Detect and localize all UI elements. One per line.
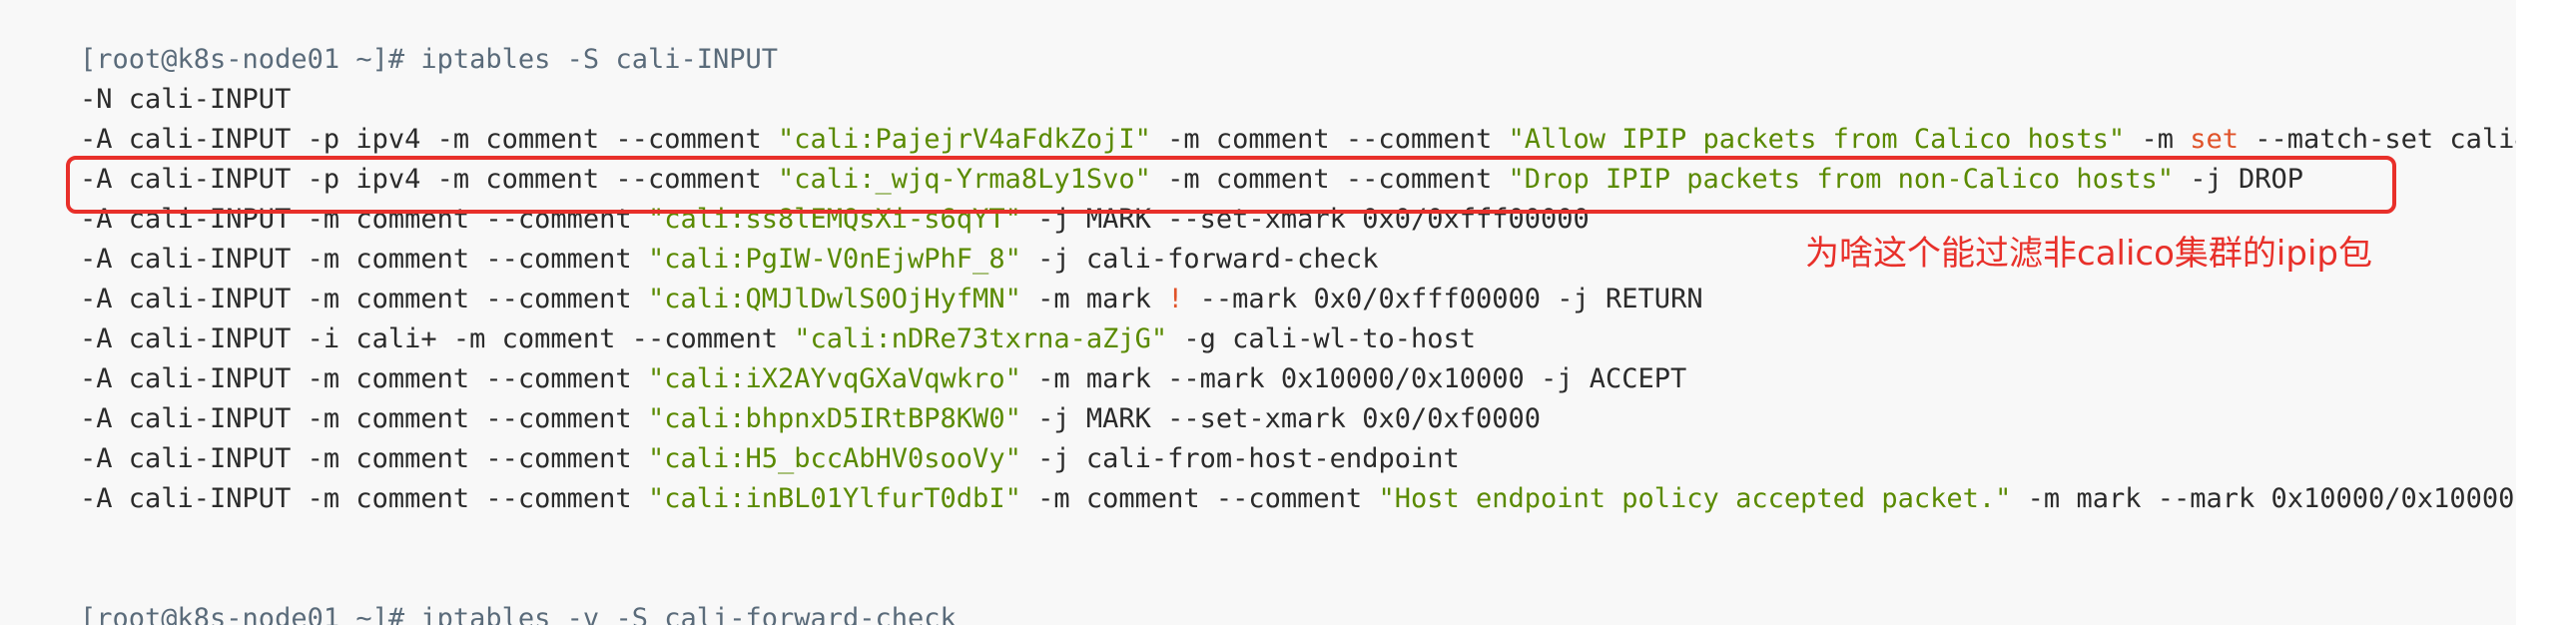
iptables-rule-line: -A cali-INPUT -p ipv4 -m comment --comme…	[80, 120, 2516, 160]
rule-text: -A cali-INPUT -p ipv4 -m comment --comme…	[80, 124, 778, 155]
rule-text: -j MARK --set-xmark 0x0/0xf0000	[1020, 403, 1541, 434]
highlight-box-drop-rule	[66, 156, 2396, 214]
command-text: iptables -v -S cali-forward-check	[420, 603, 957, 625]
command-text: iptables -S cali-INPUT	[420, 44, 778, 75]
rule-string: "cali:PgIW-V0nEjwPhF_8"	[647, 244, 1021, 275]
chain-declaration-line: -N cali-INPUT	[80, 80, 291, 120]
rule-text: --mark 0x0/0xfff00000 -j RETURN	[1183, 284, 1703, 314]
iptables-rule-line: -A cali-INPUT -m comment --comment "cali…	[80, 479, 2516, 519]
iptables-rule-line: -A cali-INPUT -m comment --comment "cali…	[80, 359, 1686, 399]
command-line-1: [root@k8s-node01 ~]# iptables -S cali-IN…	[80, 40, 778, 80]
rule-keyword: set	[2190, 124, 2240, 155]
rule-string: "cali:H5_bccAbHV0sooVy"	[647, 443, 1021, 474]
rule-text: -m mark --mark 0x10000/0x10000 -j ACCEPT	[2027, 483, 2515, 514]
rule-text: -m mark	[1020, 284, 1168, 314]
rule-text: -m comment --comment	[1020, 483, 1379, 514]
rule-text: -A cali-INPUT -m comment --comment	[80, 284, 648, 314]
rule-string: "cali:nDRe73txrna-aZjG"	[794, 323, 1168, 354]
iptables-rule-line: -A cali-INPUT -m comment --comment "cali…	[80, 399, 1541, 439]
rule-string: "Host endpoint policy accepted packet."	[1378, 483, 2012, 514]
rule-text: -g cali-wl-to-host	[1167, 323, 1476, 354]
rule-text: -m comment --comment	[1150, 124, 1509, 155]
rule-text: -m mark --mark 0x10000/0x10000 -j ACCEPT	[1020, 363, 1687, 394]
rule-text: -A cali-INPUT -m comment --comment	[80, 443, 648, 474]
rule-text: --match-set cali40all-hosts-net dst -j A…	[2254, 124, 2516, 155]
rule-text: -N cali-INPUT	[80, 84, 292, 115]
rule-text: -A cali-INPUT -m comment --comment	[80, 483, 648, 514]
annotation-note: 为啥这个能过滤非calico集群的ipip包	[1805, 234, 2372, 274]
iptables-rule-line: -A cali-INPUT -i cali+ -m comment --comm…	[80, 319, 1476, 359]
rule-text: -m	[2125, 124, 2191, 155]
rule-string: "Allow IPIP packets from Calico hosts"	[1508, 124, 2126, 155]
rule-text: -A cali-INPUT -m comment --comment	[80, 363, 648, 394]
rule-text: -j cali-forward-check	[1020, 244, 1379, 275]
rule-string: "cali:QMJlDwlS0OjHyfMN"	[647, 284, 1021, 314]
rule-string: "cali:PajejrV4aFdkZojI"	[777, 124, 1151, 155]
rule-text: -A cali-INPUT -m comment --comment	[80, 403, 648, 434]
iptables-rule-line: -A cali-INPUT -m comment --comment "cali…	[80, 280, 1703, 319]
command-line-2: [root@k8s-node01 ~]# iptables -v -S cali…	[80, 599, 957, 625]
iptables-rule-line: -A cali-INPUT -m comment --comment "cali…	[80, 240, 1378, 280]
rule-string: "cali:iX2AYvqGXaVqwkro"	[647, 363, 1021, 394]
rule-text: -A cali-INPUT -i cali+ -m comment --comm…	[80, 323, 795, 354]
rule-keyword: !	[1167, 284, 1184, 314]
shell-prompt: [root@k8s-node01 ~]#	[80, 44, 421, 75]
rule-text: -A cali-INPUT -m comment --comment	[80, 244, 648, 275]
iptables-rule-line: -A cali-INPUT -m comment --comment "cali…	[80, 439, 1460, 479]
shell-prompt: [root@k8s-node01 ~]#	[80, 603, 421, 625]
rule-string: "cali:bhpnxD5IRtBP8KW0"	[647, 403, 1021, 434]
right-margin	[2516, 0, 2576, 625]
rule-text: -j cali-from-host-endpoint	[1020, 443, 1460, 474]
terminal-output[interactable]: [root@k8s-node01 ~]# iptables -S cali-IN…	[0, 0, 2516, 625]
rule-string: "cali:inBL01YlfurT0dbI"	[647, 483, 1021, 514]
